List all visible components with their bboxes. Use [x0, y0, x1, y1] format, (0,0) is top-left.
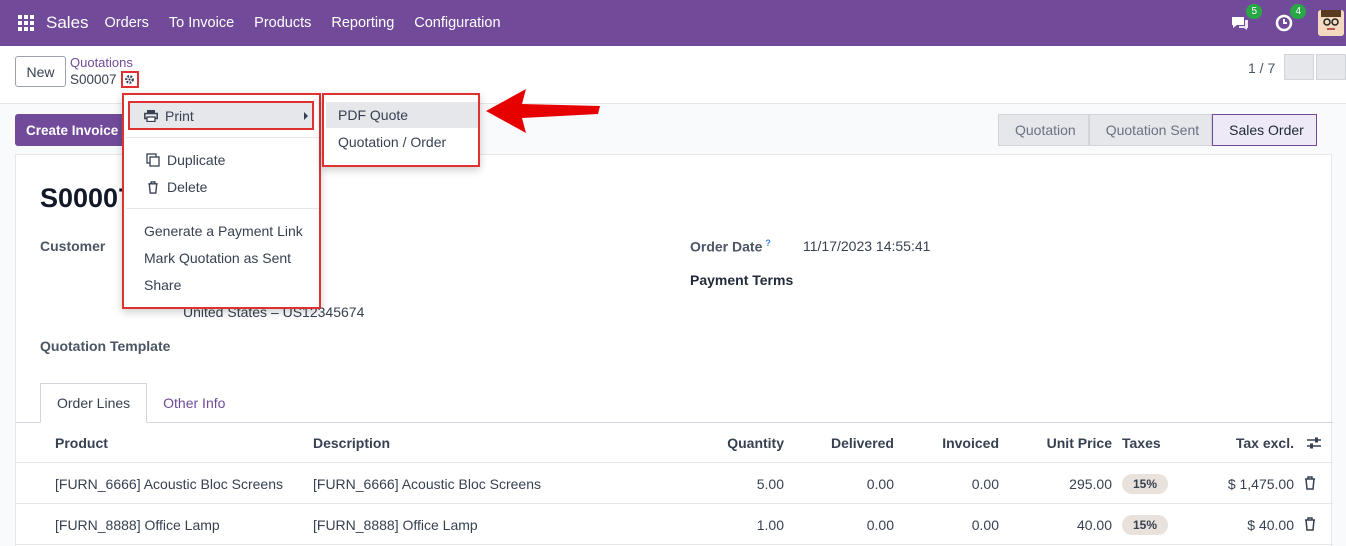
duplicate-menu-item[interactable]: Duplicate — [124, 147, 319, 173]
customer-label: Customer — [40, 238, 106, 254]
row1-unit-price[interactable]: 295.00 — [1012, 476, 1112, 492]
app-name[interactable]: Sales — [46, 13, 89, 33]
order-date-value[interactable]: 11/17/2023 14:55:41 — [803, 238, 930, 254]
messages-button[interactable]: 5 — [1230, 4, 1262, 33]
column-header-product[interactable]: Product — [55, 435, 108, 451]
row2-invoiced[interactable]: 0.00 — [899, 517, 999, 533]
column-header-invoiced[interactable]: Invoiced — [899, 435, 999, 451]
column-header-description[interactable]: Description — [313, 435, 390, 451]
actions-gear-button[interactable] — [120, 71, 139, 88]
menu-configuration[interactable]: Configuration — [414, 15, 500, 31]
print-submenu: PDF Quote Quotation / Order — [322, 93, 480, 167]
actions-dropdown-menu: Print Duplicate Delete Generate a Paymen… — [122, 93, 321, 309]
menu-orders[interactable]: Orders — [105, 15, 149, 31]
column-header-unit-price[interactable]: Unit Price — [1012, 435, 1112, 451]
messages-count-badge: 5 — [1246, 4, 1262, 19]
menu-to-invoice[interactable]: To Invoice — [169, 15, 234, 31]
row2-delivered[interactable]: 0.00 — [794, 517, 894, 533]
page-title: S00007 — [40, 183, 134, 213]
breadcrumb-quotations[interactable]: Quotations — [70, 55, 133, 70]
row1-invoiced[interactable]: 0.00 — [899, 476, 999, 492]
row1-subtotal: $ 1,475.00 — [1227, 476, 1294, 492]
top-navbar: Sales Orders To Invoice Products Reporti… — [0, 0, 1346, 46]
new-button[interactable]: New — [15, 56, 66, 87]
statusbar: Quotation Quotation Sent Sales Order — [998, 114, 1317, 146]
create-invoice-button[interactable]: Create Invoice — [15, 114, 125, 146]
apps-grid-icon[interactable] — [18, 15, 34, 31]
annotation-arrow-icon — [486, 89, 600, 133]
status-quotation-sent[interactable]: Quotation Sent — [1088, 114, 1213, 146]
row1-product[interactable]: [FURN_6666] Acoustic Bloc Screens — [55, 476, 283, 492]
column-header-taxes[interactable]: Taxes — [1122, 435, 1161, 451]
row1-delivered[interactable]: 0.00 — [794, 476, 894, 492]
pager-value[interactable]: 1 / 7 — [1248, 60, 1275, 76]
caret-right-icon — [304, 112, 308, 120]
gear-icon — [125, 75, 134, 84]
copy-icon — [146, 153, 160, 167]
record-breadcrumb: S00007 — [70, 71, 139, 88]
user-avatar[interactable] — [1318, 10, 1344, 36]
quotation-template-label: Quotation Template — [40, 338, 171, 354]
payment-terms-label: Payment Terms — [690, 272, 794, 288]
pdf-quote-menu-item[interactable]: PDF Quote — [326, 102, 478, 128]
row1-description[interactable]: [FURN_6666] Acoustic Bloc Screens — [313, 476, 541, 492]
payment-link-menu-item[interactable]: Generate a Payment Link — [124, 218, 319, 244]
share-menu-item[interactable]: Share — [124, 272, 319, 298]
row2-quantity[interactable]: 1.00 — [684, 517, 784, 533]
order-date-label: Order Date? — [690, 238, 771, 255]
row1-quantity[interactable]: 5.00 — [684, 476, 784, 492]
help-icon[interactable]: ? — [765, 238, 771, 248]
print-label: Print — [165, 107, 194, 124]
printer-icon — [144, 109, 158, 122]
row2-description[interactable]: [FURN_8888] Office Lamp — [313, 517, 478, 533]
column-header-delivered[interactable]: Delivered — [794, 435, 894, 451]
row2-subtotal: $ 40.00 — [1247, 517, 1294, 533]
optional-columns-icon[interactable] — [1306, 436, 1322, 450]
quotation-order-menu-item[interactable]: Quotation / Order — [326, 129, 478, 155]
menu-products[interactable]: Products — [254, 15, 311, 31]
tab-other-info[interactable]: Other Info — [147, 383, 241, 423]
row2-tax-badge[interactable]: 15% — [1122, 515, 1168, 535]
column-header-quantity[interactable]: Quantity — [684, 435, 784, 451]
status-quotation[interactable]: Quotation — [998, 114, 1089, 146]
column-header-tax-excl[interactable]: Tax excl. — [1194, 435, 1294, 451]
activities-button[interactable]: 4 — [1274, 4, 1306, 33]
mark-sent-menu-item[interactable]: Mark Quotation as Sent — [124, 245, 319, 271]
row1-trash-icon[interactable] — [1304, 476, 1316, 490]
status-sales-order[interactable]: Sales Order — [1212, 114, 1317, 146]
notebook-tabs: Order Lines Other Info — [40, 383, 241, 423]
menu-reporting[interactable]: Reporting — [331, 15, 394, 31]
pager-next-button[interactable] — [1316, 54, 1346, 80]
activities-count-badge: 4 — [1290, 4, 1306, 19]
tab-order-lines[interactable]: Order Lines — [40, 383, 148, 423]
record-name: S00007 — [70, 72, 117, 87]
print-menu-item[interactable]: Print — [128, 101, 314, 130]
row1-tax-badge[interactable]: 15% — [1122, 474, 1168, 494]
delete-menu-item[interactable]: Delete — [124, 174, 319, 200]
row2-unit-price[interactable]: 40.00 — [1012, 517, 1112, 533]
pager-previous-button[interactable] — [1284, 54, 1314, 80]
row2-trash-icon[interactable] — [1304, 517, 1316, 531]
row2-product[interactable]: [FURN_8888] Office Lamp — [55, 517, 220, 533]
trash-icon — [148, 180, 158, 194]
